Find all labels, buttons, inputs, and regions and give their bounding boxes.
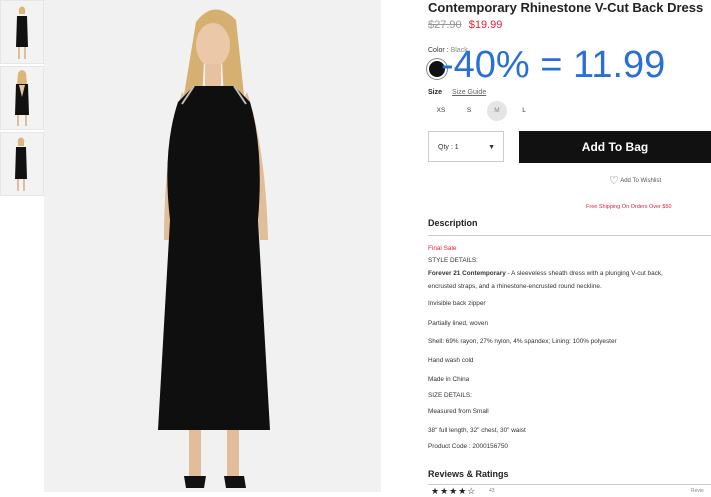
thumbnail-front[interactable] — [0, 0, 44, 64]
size-details-label: SIZE DETAILS: — [428, 392, 472, 399]
add-to-wishlist-link[interactable]: ♡ Add To Wishlist — [609, 174, 661, 187]
detail-line: Hand wash cold — [428, 357, 474, 364]
chevron-down-icon: ▼ — [488, 144, 495, 151]
size-option-m[interactable]: M — [487, 101, 507, 121]
thumbnail-front-image — [1, 1, 43, 63]
review-count: 43 — [489, 488, 495, 494]
sale-price: $19.99 — [468, 19, 503, 31]
model-dress-illustration — [44, 0, 381, 492]
measurements: 38" full length, 32" chest, 30" waist — [428, 427, 526, 434]
thumbnail-side[interactable] — [0, 132, 44, 196]
size-row: Size Size Guide — [428, 89, 486, 96]
summary-text: - A sleeveless sheath dress with a plung… — [505, 270, 663, 277]
size-label: Size — [428, 89, 443, 96]
product-code: Product Code : 2000156750 — [428, 443, 508, 450]
size-option-xs[interactable]: XS — [431, 101, 451, 121]
detail-line: Made in China — [428, 376, 470, 383]
wishlist-label: Add To Wishlist — [620, 178, 662, 185]
detail-line: Shell: 69% rayon, 27% nylon, 4% spandex;… — [428, 338, 617, 345]
reviews-divider — [428, 484, 711, 485]
discount-annotation: -40% = 11.99 — [441, 44, 666, 86]
thumbnail-back-image — [1, 67, 43, 129]
original-price: $27.90 — [428, 19, 462, 31]
reviews-heading: Reviews & Ratings — [428, 469, 509, 479]
free-shipping-promo: Free Shipping On Orders Over $50 — [586, 204, 672, 210]
size-option-l[interactable]: L — [514, 101, 534, 121]
description-summary: Forever 21 Contemporary - A sleeveless s… — [428, 270, 663, 277]
heart-icon: ♡ — [609, 175, 619, 187]
description-divider — [428, 235, 711, 236]
detail-line: Invisible back zipper — [428, 300, 486, 307]
thumbnail-side-image — [1, 133, 43, 195]
final-sale-label: Final Sale — [428, 245, 457, 252]
measured-from: Measured from Small — [428, 408, 489, 415]
thumbnail-back[interactable] — [0, 66, 44, 130]
size-option-s[interactable]: S — [459, 101, 479, 121]
detail-line: Partially lined, woven — [428, 320, 489, 327]
description-summary-cont: encrusted straps, and a rhinestone-encru… — [428, 283, 602, 290]
brand-name: Forever 21 Contemporary — [428, 270, 506, 277]
add-to-bag-button[interactable]: Add To Bag — [519, 131, 711, 163]
main-product-image[interactable] — [44, 0, 381, 492]
style-details-label: STYLE DETAILS: — [428, 257, 478, 264]
size-guide-link[interactable]: Size Guide — [452, 89, 486, 96]
quantity-select[interactable]: Qty : 1 ▼ — [428, 131, 504, 162]
product-title: Contemporary Rhinestone V-Cut Back Dress — [428, 0, 704, 15]
price-row: $27.90 $19.99 — [428, 19, 502, 31]
quantity-value: Qty : 1 — [438, 144, 459, 151]
reviews-link[interactable]: Revie — [691, 488, 704, 494]
description-heading: Description — [428, 218, 478, 228]
